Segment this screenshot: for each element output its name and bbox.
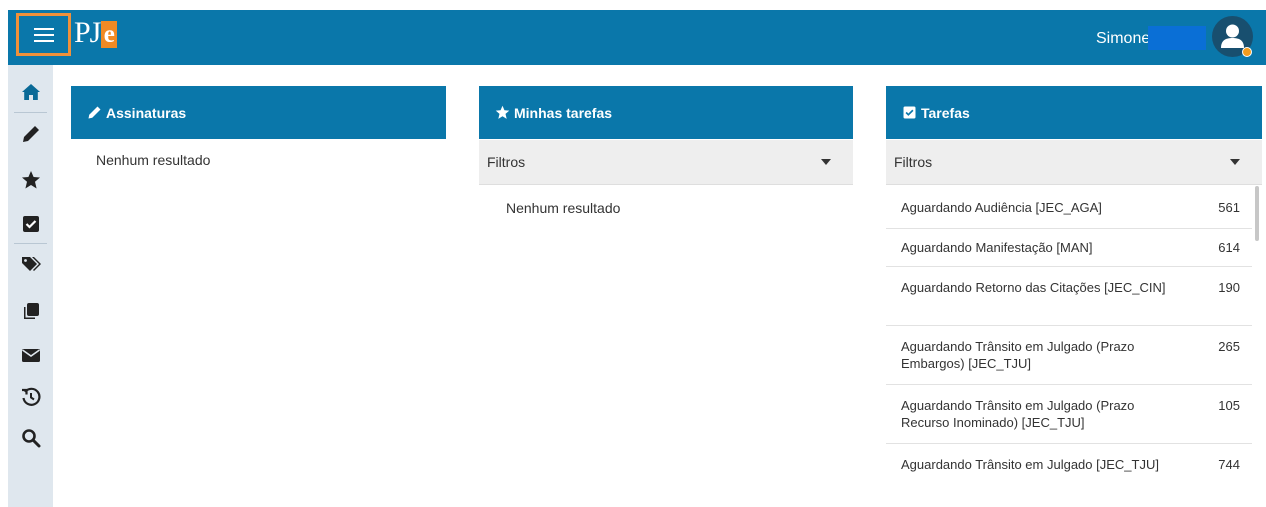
- hamburger-menu-icon: [33, 27, 54, 42]
- tarefas-list: Aguardando Audiência [JEC_AGA] 561 Aguar…: [886, 186, 1262, 507]
- task-count: 744: [1218, 457, 1240, 472]
- copy-icon: [23, 303, 39, 319]
- filter-label: Filtros: [487, 154, 526, 170]
- home-icon: [21, 84, 40, 100]
- logo-text: PJ: [74, 16, 101, 49]
- task-name: Aguardando Retorno das Citações [JEC_CIN…: [901, 280, 1166, 295]
- panel-minhas-tarefas-title: Minhas tarefas: [514, 104, 613, 121]
- tags-icon: [21, 257, 41, 271]
- panel-tarefas-header: Tarefas: [886, 86, 1262, 139]
- envelope-icon: [21, 349, 40, 362]
- star-icon: [495, 105, 510, 119]
- sidebar-item-assinaturas[interactable]: [8, 116, 53, 152]
- task-count: 265: [1218, 339, 1240, 354]
- task-name: Aguardando Trânsito em Julgado (Prazo Re…: [901, 398, 1135, 430]
- sidebar-separator: [14, 243, 47, 244]
- sidebar-item-pesquisa[interactable]: [8, 420, 53, 456]
- task-name: Aguardando Manifestação [MAN]: [901, 240, 1093, 255]
- sidebar-item-favoritos[interactable]: [8, 162, 53, 198]
- task-row[interactable]: Aguardando Trânsito em Julgado (Prazo Re…: [886, 385, 1252, 444]
- search-icon: [21, 429, 40, 448]
- filter-label: Filtros: [894, 154, 933, 170]
- user-name[interactable]: Simone: [1096, 27, 1150, 51]
- sidebar-separator: [14, 112, 47, 113]
- minhas-tarefas-filter-dropdown[interactable]: Filtros: [479, 140, 853, 185]
- star-icon: [21, 171, 40, 189]
- status-dot: [1242, 47, 1252, 57]
- panel-minhas-tarefas-header: Minhas tarefas: [479, 86, 853, 139]
- user-name-redaction: [1148, 26, 1206, 50]
- top-bar: [8, 10, 1266, 65]
- sidebar-item-home[interactable]: [8, 74, 53, 110]
- task-count: 190: [1218, 280, 1240, 295]
- checkbox-icon: [22, 216, 39, 232]
- pje-logo[interactable]: PJ e: [74, 16, 118, 49]
- task-count: 561: [1218, 200, 1240, 215]
- app-frame: PJ e Simone Assinaturas Nenhum resultado…: [0, 0, 1266, 507]
- task-name: Aguardando Trânsito em Julgado [JEC_TJU]: [901, 457, 1159, 472]
- caret-down-icon: [821, 159, 831, 165]
- sidebar-item-documentos[interactable]: [8, 293, 53, 329]
- panel-assinaturas-header: Assinaturas: [71, 86, 446, 139]
- task-count: 614: [1218, 240, 1240, 255]
- assinaturas-empty-text: Nenhum resultado: [96, 152, 211, 168]
- sidebar-item-mensagens[interactable]: [8, 337, 53, 373]
- caret-down-icon: [1230, 159, 1240, 165]
- sidebar-item-etiquetas[interactable]: [8, 246, 53, 282]
- menu-toggle-button[interactable]: [16, 13, 71, 56]
- sidebar: [8, 65, 53, 507]
- task-count: 105: [1218, 398, 1240, 413]
- task-name: Aguardando Audiência [JEC_AGA]: [901, 200, 1102, 215]
- panel-tarefas-title: Tarefas: [921, 104, 970, 121]
- task-row[interactable]: Aguardando Trânsito em Julgado [JEC_TJU]…: [886, 444, 1252, 507]
- window-left-edge: [0, 0, 8, 507]
- task-row[interactable]: Aguardando Retorno das Citações [JEC_CIN…: [886, 267, 1252, 326]
- panel-assinaturas-title: Assinaturas: [106, 104, 187, 121]
- task-row[interactable]: Aguardando Manifestação [MAN] 614: [886, 229, 1252, 267]
- task-row[interactable]: Aguardando Audiência [JEC_AGA] 561: [886, 186, 1252, 229]
- sidebar-item-historico[interactable]: [8, 379, 53, 415]
- task-row[interactable]: Aguardando Trânsito em Julgado (Prazo Em…: [886, 326, 1252, 385]
- minhas-tarefas-empty-text: Nenhum resultado: [506, 200, 621, 216]
- history-icon: [21, 387, 40, 406]
- checkbox-icon: [903, 106, 916, 119]
- tarefas-scrollbar[interactable]: [1255, 186, 1259, 241]
- tarefas-filter-dropdown[interactable]: Filtros: [886, 140, 1262, 185]
- pencil-icon: [88, 106, 101, 119]
- task-name: Aguardando Trânsito em Julgado (Prazo Em…: [901, 339, 1135, 371]
- logo-accent: e: [101, 21, 118, 48]
- pencil-icon: [22, 126, 39, 142]
- sidebar-item-tarefas[interactable]: [8, 206, 53, 242]
